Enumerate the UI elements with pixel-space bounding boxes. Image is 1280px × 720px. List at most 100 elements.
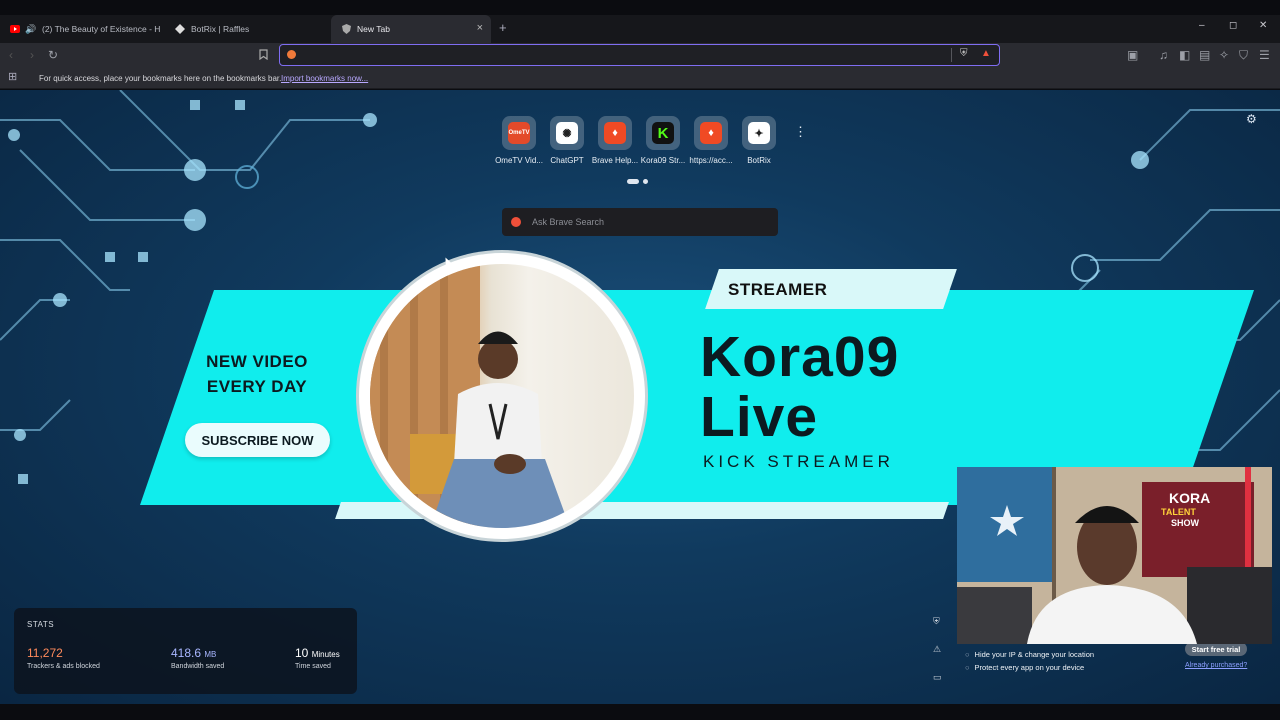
botrix-icon bbox=[175, 24, 185, 34]
apps-grid-icon[interactable]: ⊞ bbox=[8, 72, 17, 83]
brave-search-icon bbox=[287, 50, 296, 59]
tab-title: (2) The Beauty of Existence - Hea bbox=[42, 24, 160, 34]
time-unit: Minutes bbox=[311, 650, 340, 659]
every-day-text: EVERY DAY bbox=[206, 377, 308, 396]
page-dot-active[interactable] bbox=[627, 179, 639, 184]
chatgpt-icon: ✺ bbox=[556, 122, 578, 144]
youtube-icon bbox=[10, 24, 20, 34]
search-input[interactable] bbox=[532, 215, 768, 229]
streamer-label: STREAMER bbox=[728, 280, 828, 299]
top-site-tile[interactable]: ✺ ChatGPT bbox=[543, 116, 591, 165]
shield-icon[interactable]: ⛨ bbox=[933, 616, 940, 627]
vpn-icon[interactable]: ⛉ bbox=[1239, 49, 1248, 61]
bookmark-icon[interactable] bbox=[259, 49, 268, 62]
tab-search-icon[interactable]: ▣ bbox=[1127, 49, 1138, 61]
top-site-label: Brave Help... bbox=[591, 156, 639, 165]
settings-gear-icon[interactable]: ⚙ bbox=[1246, 112, 1257, 126]
brave-lion-icon: ♦ bbox=[700, 122, 722, 144]
speaker-icon[interactable]: 🔊 bbox=[25, 24, 36, 34]
top-site-tile[interactable]: ✦ BotRix bbox=[735, 116, 783, 165]
time-stat: 10 Minutes Time saved bbox=[295, 646, 340, 670]
tab-youtube[interactable]: 🔊 (2) The Beauty of Existence - Hea bbox=[0, 15, 160, 43]
menu-icon[interactable]: ☰ bbox=[1259, 49, 1270, 61]
tab-botrix[interactable]: BotRix | Raffles bbox=[165, 15, 325, 43]
sidebar-icon[interactable]: ◧ bbox=[1179, 49, 1190, 61]
webcam-feed bbox=[957, 467, 1272, 644]
vpn-promo: ○ Hide your IP & change your location ○ Pr… bbox=[956, 640, 1270, 676]
ometv-icon: OmeTV bbox=[508, 122, 530, 144]
page-dot[interactable] bbox=[643, 179, 648, 184]
search-box[interactable] bbox=[502, 208, 778, 236]
botrix-icon: ✦ bbox=[748, 122, 770, 144]
start-free-trial-button[interactable]: Start free trial bbox=[1185, 642, 1247, 656]
banner-title-line2: Live bbox=[700, 385, 819, 449]
top-site-label: https://acc... bbox=[689, 156, 733, 165]
tab-title: New Tab bbox=[357, 24, 390, 34]
reload-icon[interactable]: ↻ bbox=[48, 49, 58, 61]
webcam-overlay: KORA TALENT SHOW bbox=[957, 467, 1272, 644]
page-dots bbox=[627, 179, 648, 184]
time-label: Time saved bbox=[295, 663, 331, 670]
stats-widget: STATS 11,272 Trackers & ads blocked 418.… bbox=[14, 608, 357, 694]
brave-search-icon bbox=[511, 217, 521, 227]
divider bbox=[951, 48, 952, 62]
top-site-label: BotRix bbox=[747, 156, 771, 165]
bookmarks-bar: ⊞ For quick access, place your bookmarks… bbox=[0, 68, 1280, 89]
trackers-stat: 11,272 Trackers & ads blocked bbox=[27, 646, 100, 670]
warning-icon[interactable]: ⚠ bbox=[933, 644, 941, 655]
time-value: 10 bbox=[295, 646, 309, 660]
banner-subtitle: KICK STREAMER bbox=[703, 452, 894, 471]
poster-text: KORA bbox=[1169, 490, 1211, 506]
new-tab-button[interactable]: + bbox=[499, 21, 507, 34]
already-purchased-link[interactable]: Already purchased? bbox=[1185, 662, 1247, 669]
back-icon[interactable]: ‹ bbox=[9, 49, 13, 61]
top-site-tile[interactable]: K Kora09 Str... bbox=[639, 116, 687, 165]
tab-title: BotRix | Raffles bbox=[191, 24, 250, 34]
top-site-label: ChatGPT bbox=[550, 156, 584, 165]
check-icon: ○ bbox=[965, 650, 970, 659]
bandwidth-value: 418.6 bbox=[171, 646, 202, 660]
brave-lion-icon: ♦ bbox=[604, 122, 626, 144]
top-site-tile[interactable]: ♦ Brave Help... bbox=[591, 116, 639, 165]
close-window-button[interactable]: ✕ bbox=[1259, 21, 1267, 31]
address-bar[interactable]: ⛨ ▲ bbox=[279, 44, 1000, 66]
url-input[interactable] bbox=[302, 48, 942, 62]
stats-title: STATS bbox=[27, 620, 55, 629]
browser-window: 🔊 (2) The Beauty of Existence - Hea BotR… bbox=[0, 0, 1280, 720]
subscribe-button: SUBSCRIBE NOW bbox=[185, 423, 330, 457]
new-video-text: NEW VIDEO bbox=[206, 352, 308, 371]
maximize-button[interactable]: ◻ bbox=[1229, 21, 1237, 31]
vpn-feature: ○ Protect every app on your device bbox=[965, 663, 1085, 672]
poster-text: TALENT bbox=[1161, 507, 1196, 517]
brave-shields-icon[interactable]: ⛨ bbox=[960, 48, 968, 59]
vpn-side-icons: ⛨ ⚠ ▭ bbox=[924, 612, 954, 690]
card-icon[interactable]: ▭ bbox=[933, 672, 942, 683]
brave-shield-icon bbox=[341, 24, 351, 34]
vpn-feature: ○ Hide your IP & change your location bbox=[965, 650, 1095, 659]
bottom-edge bbox=[0, 704, 1280, 720]
forward-icon[interactable]: › bbox=[30, 49, 34, 61]
wallet-icon[interactable]: ▤ bbox=[1199, 49, 1210, 61]
minimize-button[interactable]: – bbox=[1199, 21, 1205, 31]
brave-rewards-icon[interactable]: ▲ bbox=[981, 48, 991, 59]
import-bookmarks-link[interactable]: Import bookmarks now... bbox=[281, 74, 368, 83]
bandwidth-stat: 418.6 MB Bandwidth saved bbox=[171, 646, 224, 670]
top-site-tile[interactable]: ♦ https://acc... bbox=[687, 116, 735, 165]
poster-text: SHOW bbox=[1171, 518, 1199, 528]
top-site-label: OmeTV Vid... bbox=[495, 156, 543, 165]
streamer-portrait bbox=[370, 264, 634, 528]
music-icon[interactable]: ♫ bbox=[1159, 49, 1168, 61]
trackers-label: Trackers & ads blocked bbox=[27, 663, 100, 670]
top-site-label: Kora09 Str... bbox=[640, 156, 686, 165]
more-options-icon[interactable]: ⋮ bbox=[794, 124, 807, 140]
leo-ai-icon[interactable]: ✧ bbox=[1219, 49, 1229, 61]
kick-icon: K bbox=[652, 122, 674, 144]
tab-new-tab[interactable]: New Tab × bbox=[331, 15, 491, 43]
banner-title: Kora09 bbox=[700, 325, 900, 389]
tab-strip: 🔊 (2) The Beauty of Existence - Hea BotR… bbox=[0, 15, 1280, 43]
close-tab-icon[interactable]: × bbox=[477, 23, 483, 34]
top-site-tile[interactable]: OmeTV OmeTV Vid... bbox=[495, 116, 543, 165]
bandwidth-unit: MB bbox=[204, 650, 217, 659]
bandwidth-label: Bandwidth saved bbox=[171, 663, 225, 670]
check-icon: ○ bbox=[965, 663, 970, 672]
